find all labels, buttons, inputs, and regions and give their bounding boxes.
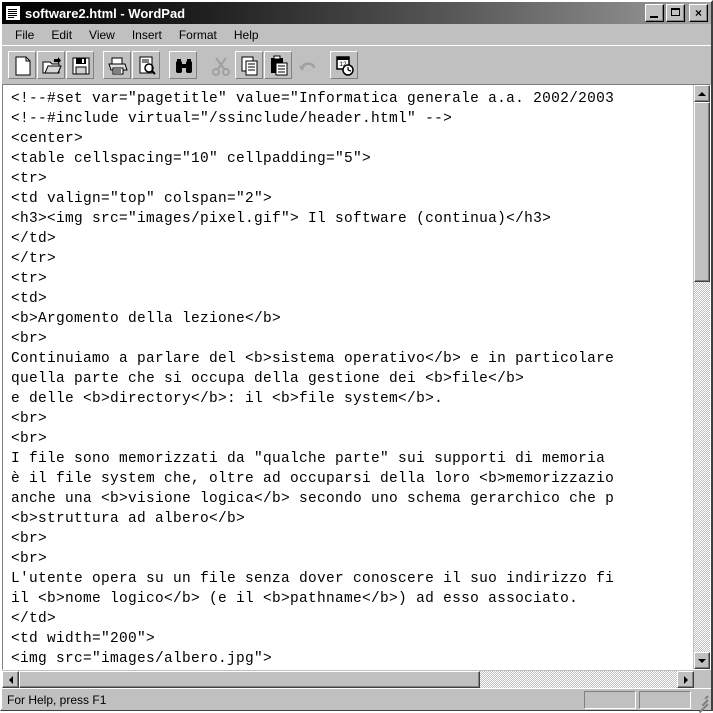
menu-edit[interactable]: Edit [43, 26, 81, 44]
chevron-right-icon [683, 675, 688, 684]
vertical-scrollbar[interactable] [693, 85, 710, 669]
toolbar-separator [198, 51, 206, 79]
status-bar: For Help, press F1 [2, 688, 711, 713]
window-controls: × [645, 4, 709, 22]
vertical-scroll-track[interactable] [694, 282, 710, 652]
text-line: <h3><img src="images/pixel.gif"> Il soft… [11, 211, 552, 227]
text-line: anche una <b>visione logica</b> secondo … [11, 491, 615, 507]
toolbar-separator [95, 51, 103, 79]
horizontal-scroll-thumb[interactable] [19, 671, 480, 688]
save-button[interactable] [66, 50, 94, 79]
find-button[interactable] [169, 50, 197, 79]
text-line: <td valign="top" colspan="2"> [11, 191, 273, 207]
editor-frame: <!--#set var="pagetitle" value="Informat… [2, 84, 711, 670]
text-line: <tr> [11, 171, 48, 187]
print-preview-icon [139, 56, 156, 75]
text-line: </td> [11, 231, 57, 247]
maximize-icon [671, 8, 680, 16]
text-line: e delle <b>directory</b>: il <b>file sys… [11, 391, 444, 407]
text-line: <br> [11, 331, 48, 347]
text-line: Continuiamo a parlare del <b>sistema ope… [11, 351, 615, 367]
document-text-area[interactable]: <!--#set var="pagetitle" value="Informat… [3, 85, 693, 669]
menu-view[interactable]: View [81, 26, 124, 44]
scroll-left-button[interactable] [2, 671, 19, 688]
text-line: <b>Argomento della lezione</b> [11, 311, 282, 327]
minimize-icon [650, 16, 658, 18]
save-floppy-icon [72, 57, 90, 74]
new-button[interactable] [8, 50, 36, 79]
text-line: <td width="200"> [11, 631, 156, 647]
scroll-right-button[interactable] [677, 671, 694, 688]
client-area: <!--#set var="pagetitle" value="Informat… [2, 83, 711, 688]
text-line: <table cellspacing="10" cellpadding="5"> [11, 151, 372, 167]
paste-button[interactable] [264, 50, 292, 79]
close-button[interactable]: × [689, 4, 708, 22]
text-line: </td> [11, 611, 57, 627]
text-line: L'utente opera su un file senza dover co… [11, 571, 615, 587]
toolbar: 12 [2, 45, 711, 83]
text-line: <td> [11, 291, 48, 307]
text-line: </tr> [11, 251, 57, 267]
scroll-down-button[interactable] [694, 652, 710, 669]
horizontal-scroll-track[interactable] [480, 671, 677, 688]
vertical-scroll-thumb[interactable] [694, 102, 710, 282]
status-message: For Help, press F1 [7, 692, 107, 707]
status-pane-3 [639, 690, 691, 709]
scroll-up-button[interactable] [694, 85, 710, 102]
cut-button[interactable] [206, 50, 234, 79]
chevron-down-icon [698, 658, 706, 663]
open-folder-icon [42, 56, 62, 73]
text-line: <img src="images/albero.jpg"> [11, 651, 273, 667]
title-bar[interactable]: software2.html - WordPad × [2, 2, 711, 24]
text-line: <center> [11, 131, 84, 147]
resize-grip-icon[interactable] [694, 692, 709, 713]
horizontal-scrollbar[interactable] [2, 671, 711, 688]
chevron-left-icon [8, 675, 13, 684]
date-time-button[interactable]: 12 [330, 50, 358, 79]
undo-button[interactable] [293, 50, 321, 79]
paste-clipboard-icon [271, 55, 288, 75]
copy-icon [241, 56, 258, 75]
text-line: <br> [11, 431, 48, 447]
print-preview-button[interactable] [132, 50, 160, 79]
text-line: <br> [11, 531, 48, 547]
menu-file[interactable]: File [7, 26, 43, 44]
new-icon [15, 56, 31, 75]
text-line: è il file system che, oltre ad occuparsi… [11, 471, 615, 487]
menu-help[interactable]: Help [226, 26, 268, 44]
menu-bar: File Edit View Insert Format Help [2, 24, 711, 45]
open-button[interactable] [37, 50, 65, 79]
text-line: <!--#include virtual="/ssinclude/header.… [11, 111, 453, 127]
toolbar-separator [161, 51, 169, 79]
minimize-button[interactable] [645, 4, 664, 22]
copy-button[interactable] [235, 50, 263, 79]
find-binoculars-icon [176, 58, 192, 73]
toolbar-separator [322, 51, 330, 79]
window-title: software2.html - WordPad [25, 5, 186, 21]
menu-format[interactable]: Format [171, 26, 226, 44]
scrollbar-corner [694, 671, 711, 688]
text-line: <tr> [11, 271, 48, 287]
text-line: I file sono memorizzati da "qualche part… [11, 451, 606, 467]
text-line: quella parte che si occupa della gestion… [11, 371, 525, 387]
print-button[interactable] [103, 50, 131, 79]
close-icon: × [694, 6, 702, 20]
status-pane-2 [584, 690, 636, 709]
menu-insert[interactable]: Insert [124, 26, 171, 44]
document-icon[interactable] [5, 5, 21, 21]
text-line: il <b>nome logico</b> (e il <b>pathname<… [11, 591, 579, 607]
wordpad-window: software2.html - WordPad × File Edit Vie… [0, 0, 713, 713]
date-time-icon: 12 [336, 55, 354, 76]
maximize-button[interactable] [666, 4, 685, 22]
text-line: <br> [11, 411, 48, 427]
cut-scissors-icon [212, 56, 230, 76]
text-line: <!--#set var="pagetitle" value="Informat… [11, 91, 615, 107]
undo-arrow-icon [299, 61, 316, 71]
chevron-up-icon [698, 91, 706, 96]
text-line: <br> [11, 551, 48, 567]
text-line: <b>struttura ad albero</b> [11, 511, 246, 527]
print-icon [108, 57, 128, 74]
